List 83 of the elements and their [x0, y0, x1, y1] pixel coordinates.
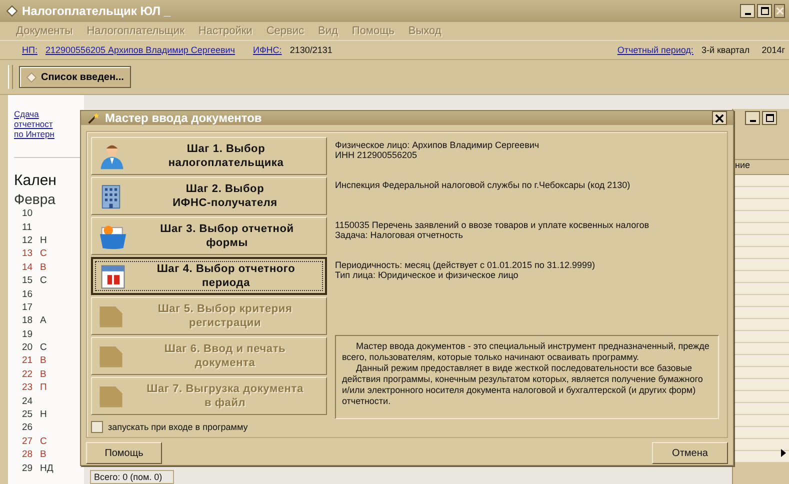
- day-number: 21: [22, 355, 33, 366]
- day-event: В: [40, 449, 46, 460]
- day-number: 12: [22, 234, 33, 246]
- wizard-step-button[interactable]: Шаг 3. Выбор отчетной формы: [91, 217, 327, 255]
- description-paragraph: Мастер ввода документов - это специальный инструмент предназначенный, прежде всего, пользователям, которые только начинают осваивать программу.: [342, 341, 710, 363]
- autostart-checkbox[interactable]: [91, 421, 103, 433]
- day-number: 26: [22, 422, 33, 434]
- minimize-icon: [744, 13, 750, 15]
- wizard-step-button[interactable]: Шаг 4. Выбор отчетного периода: [91, 257, 327, 295]
- day-number: 14: [22, 262, 33, 273]
- day-event: С: [40, 275, 47, 286]
- close-icon: [776, 6, 784, 16]
- maximize-button[interactable]: [762, 111, 777, 125]
- day-number: 29: [22, 462, 33, 474]
- person-icon: [98, 142, 126, 170]
- day-number: 20: [22, 342, 33, 354]
- window-title: Налогоплательщик ЮЛ _: [6, 4, 740, 18]
- day-number: 10: [22, 208, 33, 220]
- day-number: 17: [22, 302, 33, 313]
- document-list-tab[interactable]: Список введен...: [19, 66, 131, 88]
- step-info-text: Периодичность: месяц (действует с 01.01.2015 по 31.12.9999): [335, 260, 596, 270]
- day-event: В: [40, 355, 46, 366]
- wizard-step-button[interactable]: Шаг 1. Выбор налогоплательщика: [91, 137, 327, 175]
- scroll-right-icon[interactable]: [779, 448, 787, 458]
- taxpayer-link[interactable]: НП:: [22, 45, 38, 55]
- dialog-title: Мастер ввода документов: [87, 111, 712, 125]
- help-button[interactable]: Помощь: [86, 442, 162, 464]
- status-count: Всего: 0 (пом. 0): [90, 470, 174, 484]
- minimize-button[interactable]: [740, 4, 755, 18]
- day-number: 13: [22, 248, 33, 260]
- close-button[interactable]: [712, 111, 727, 125]
- close-icon: [715, 114, 724, 122]
- step-info-text: 1150035 Перечень заявлений о ввозе товаров и уплате косвенных налогов: [335, 220, 650, 230]
- maximize-icon: [764, 113, 774, 123]
- step-info-text: Задача: Налоговая отчетность: [335, 230, 464, 240]
- cancel-button[interactable]: Отмена: [652, 442, 728, 464]
- description-paragraph: Данный режим предоставляет в виде жесткой последовательности все базовые действия программы, конечным результатом которых, является получение бумажного и/или электронного носителя документа налоговой и бухгалтерской (и других форм) отчетности.: [342, 363, 704, 407]
- minimize-icon: [750, 120, 756, 122]
- side-link[interactable]: отчетност: [14, 119, 84, 129]
- diamond-icon: [26, 72, 37, 82]
- day-number: 23: [22, 382, 33, 394]
- day-event: С: [40, 342, 47, 354]
- diamond-icon: [6, 5, 18, 17]
- day-number: 11: [22, 222, 33, 233]
- checkbox-label: запускать при входе в программу: [108, 422, 248, 432]
- step-info-text: Физическое лицо: Архипов Владимир Сергеевич: [335, 140, 540, 150]
- period-link[interactable]: Отчетный период:: [617, 45, 694, 55]
- day-event: Н: [40, 409, 47, 420]
- step-info-text: Инспекция Федеральной налоговой службы по г.Чебоксары (код 2130): [335, 180, 632, 190]
- day-number: 18: [22, 315, 33, 326]
- day-event: С: [40, 248, 47, 260]
- ifns-code: 2130/2131: [290, 45, 332, 55]
- day-number: 27: [22, 436, 33, 447]
- maximize-button[interactable]: [757, 4, 772, 18]
- day-event: П: [40, 382, 47, 394]
- magic-wand-icon: [87, 112, 100, 124]
- day-number: 16: [22, 288, 33, 300]
- day-event: Н: [40, 234, 47, 246]
- day-event: А: [40, 315, 46, 326]
- calendar-month: Февра: [14, 191, 56, 207]
- maximize-icon: [760, 6, 770, 16]
- day-number: 22: [22, 368, 33, 380]
- side-link[interactable]: по Интерн: [14, 129, 84, 139]
- wizard-step-button[interactable]: Шаг 2. Выбор ИФНС-получателя: [91, 177, 327, 215]
- day-number: 28: [22, 449, 33, 460]
- step-info-text: ИНН 212900556205: [335, 150, 418, 160]
- day-event: НД: [40, 462, 54, 474]
- taxpayer-name-link[interactable]: 212900556205 Архипов Владимир Сергеевич: [45, 45, 235, 55]
- ifns-link[interactable]: ИФНС:: [253, 45, 282, 55]
- day-number: 25: [22, 409, 33, 420]
- day-event: С: [40, 436, 47, 447]
- day-event: В: [40, 262, 46, 273]
- day-event: В: [40, 368, 46, 380]
- day-number: 19: [22, 328, 33, 340]
- day-number: 24: [22, 396, 33, 407]
- calendar-heading: Кален: [14, 172, 58, 189]
- minimize-button[interactable]: [745, 111, 760, 125]
- side-link[interactable]: Сдача: [14, 109, 84, 119]
- period-value: 3-й квартал: [701, 45, 750, 55]
- step-info-text: Тип лица: Юридическое и физическое лицо: [335, 270, 520, 280]
- day-number: 15: [22, 275, 33, 286]
- column-header[interactable]: ние: [733, 159, 789, 175]
- year-value: 2014г: [762, 45, 785, 55]
